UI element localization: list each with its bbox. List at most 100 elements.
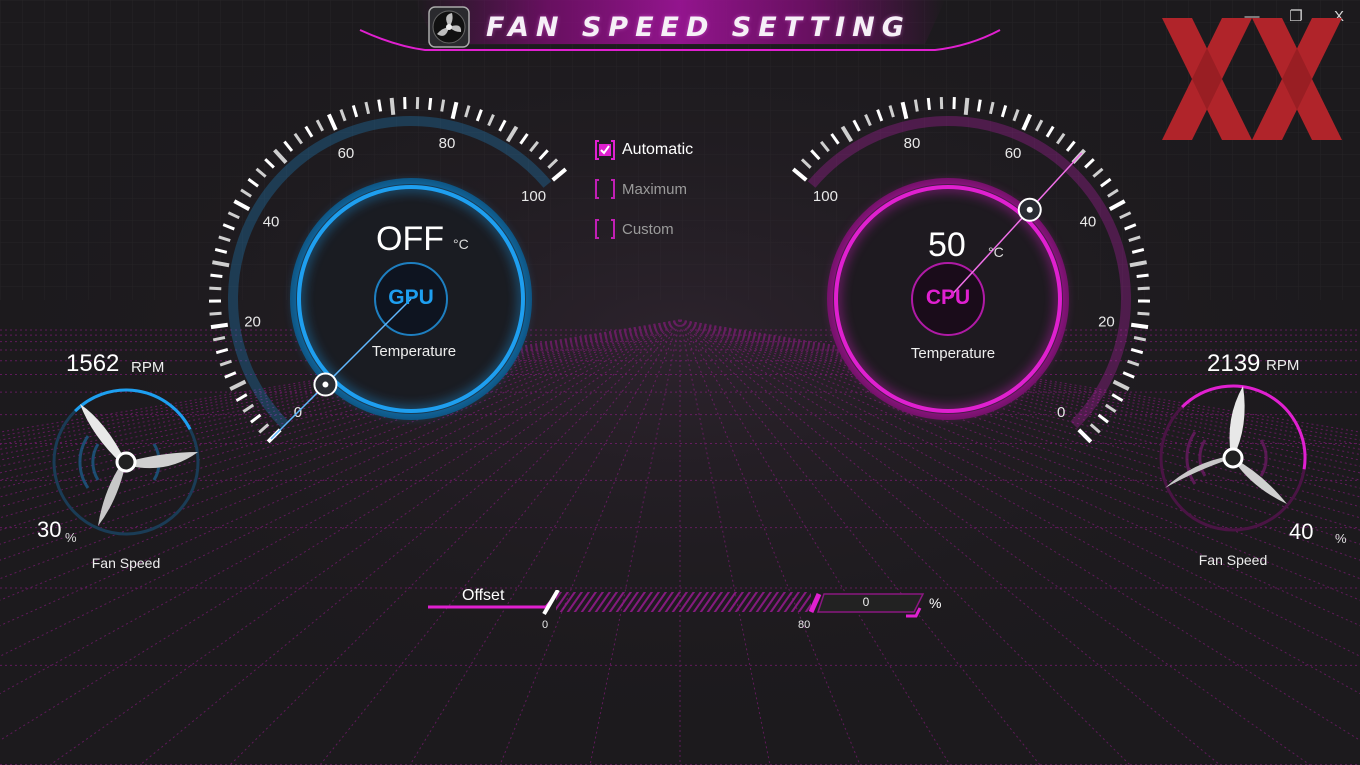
cpu-gauge-tick (1111, 393, 1124, 402)
cpu-gauge-tick-label: 0 (1057, 404, 1065, 421)
gpu-gauge-tick (293, 132, 303, 145)
gpu-gauge-tick (240, 188, 252, 198)
gpu-temperature-gauge: 020406080100 (208, 97, 568, 444)
cpu-gauge-tick (1130, 348, 1144, 355)
cpu-gauge-tick (1100, 177, 1112, 188)
cpu-gauge-tick (1021, 113, 1032, 131)
gpu-gauge-tick (538, 149, 549, 161)
gpu-gauge-tick (505, 125, 519, 143)
cpu-gauge-tick (1119, 211, 1132, 220)
offset-max-label: 80 (798, 619, 811, 631)
gpu-chip-label: GPU (388, 286, 434, 309)
gpu-temperature-value: OFF (376, 220, 444, 258)
mode-option-automatic[interactable]: Automatic (594, 138, 693, 162)
cpu-gauge-tick (1130, 322, 1149, 330)
gpu-gauge-tick (283, 140, 294, 152)
cpu-gauge-tick (1124, 223, 1137, 231)
gpu-gauge-tick-label: 40 (263, 213, 280, 230)
gpu-gauge-tick (210, 273, 223, 278)
cpu-gauge-tick (1012, 109, 1020, 122)
checkbox-unchecked-icon[interactable] (594, 178, 616, 200)
gpu-gauge-tick (242, 403, 255, 413)
gpu-gauge-tick (212, 260, 230, 268)
gpu-gauge-tick (215, 348, 229, 355)
gpu-gauge-tick (214, 247, 228, 254)
gpu-gauge-tick (229, 379, 247, 391)
gpu-gauge-tick (464, 105, 471, 118)
gpu-gauge-tick-label: 60 (338, 145, 355, 162)
cpu-gauge-tick (864, 113, 872, 127)
cpu-gauge-tick-label: 40 (1080, 213, 1097, 230)
checkbox-checked-icon[interactable] (594, 139, 616, 161)
fan-right-label: Fan Speed (1198, 552, 1268, 568)
cpu-gauge-tick (840, 125, 854, 143)
cpu-gauge-tick (830, 133, 840, 145)
offset-slider-handle[interactable] (542, 590, 560, 616)
gpu-gauge-tick-label: 20 (244, 313, 261, 330)
cpu-gauge-tick (810, 149, 821, 161)
gpu-gauge-tick (487, 113, 495, 127)
fan-left-rpm-value: 1562 (66, 350, 120, 377)
gpu-gauge-tick (364, 101, 371, 115)
cpu-gauge-tick (1092, 167, 1104, 178)
gpu-gauge-tick (547, 158, 559, 169)
cpu-gauge-tick (888, 105, 895, 118)
offset-percent-unit: % (929, 595, 942, 611)
cpu-gauge-tick (1089, 423, 1101, 434)
gpu-gauge-tick (377, 99, 383, 112)
cpu-gauge-tick (876, 109, 884, 122)
gpu-gauge-tick (519, 133, 529, 145)
gpu-gauge-tick (219, 359, 232, 367)
cpu-gauge-tick-label: 20 (1098, 313, 1115, 330)
gpu-gauge-tick (351, 104, 359, 118)
cpu-gauge-tick (819, 140, 830, 153)
gpu-gauge-tick (315, 119, 325, 132)
checkbox-unchecked-icon[interactable] (594, 218, 616, 240)
gpu-gauge-tick (227, 211, 240, 220)
mode-option-maximum[interactable]: Maximum (594, 177, 687, 201)
cpu-gauge-tick (1137, 311, 1150, 316)
cpu-chip-label: CPU (925, 286, 971, 309)
fan-right-speed-dial (1159, 384, 1307, 532)
gpu-gauge-tick (450, 101, 459, 120)
cpu-temperature-unit: °C (988, 244, 1004, 260)
gpu-gauge-tick (389, 97, 396, 116)
brand-logo (1162, 18, 1342, 140)
cpu-gauge-tick (1045, 125, 1055, 138)
fan-right-percent-unit: % (1335, 531, 1347, 546)
gpu-gauge-tick (475, 109, 483, 122)
fan-logo-icon (428, 6, 470, 48)
fan-right-percent-value: 40 (1289, 519, 1314, 544)
mode-label-automatic: Automatic (622, 141, 694, 158)
gpu-needle-knob (313, 372, 338, 397)
cpu-gauge-tick (900, 101, 909, 120)
fan-icon (1165, 386, 1287, 504)
cpu-gauge-tick (1131, 247, 1145, 254)
offset-value-field[interactable]: 0 (818, 593, 914, 611)
app-title: FAN SPEED SETTING (486, 12, 911, 43)
cpu-gauge-tick (1084, 158, 1095, 169)
cpu-gauge-tick (926, 97, 931, 111)
fan-left-percent-value: 30 (37, 517, 62, 542)
gpu-gauge-tick (212, 336, 226, 342)
gpu-gauge-tick (247, 177, 259, 188)
cpu-gauge-tick (1133, 336, 1147, 342)
gpu-gauge-tick (339, 109, 347, 122)
gpu-gauge-tick (209, 286, 222, 291)
cpu-gauge-tick (1129, 260, 1147, 268)
cpu-gauge-tick (1107, 188, 1119, 198)
cpu-gauge-tick (1137, 286, 1150, 291)
offset-min-label: 0 (542, 619, 549, 631)
gpu-temperature-unit: °C (453, 236, 469, 252)
fan-right-rpm-unit: RPM (1266, 357, 1300, 374)
gpu-gauge-tick (224, 371, 237, 379)
gpu-gauge-tick (304, 125, 314, 138)
gpu-gauge-tick (210, 322, 229, 330)
mode-option-custom[interactable]: Custom (594, 217, 674, 241)
gpu-gauge-tick (255, 167, 267, 178)
gpu-gauge-tick (327, 113, 338, 131)
cpu-gauge-tick (1108, 199, 1126, 212)
cpu-gauge-tick-label: 100 (813, 188, 838, 205)
cpu-gauge-tick (1136, 273, 1149, 278)
cpu-gauge-tick (852, 119, 861, 132)
